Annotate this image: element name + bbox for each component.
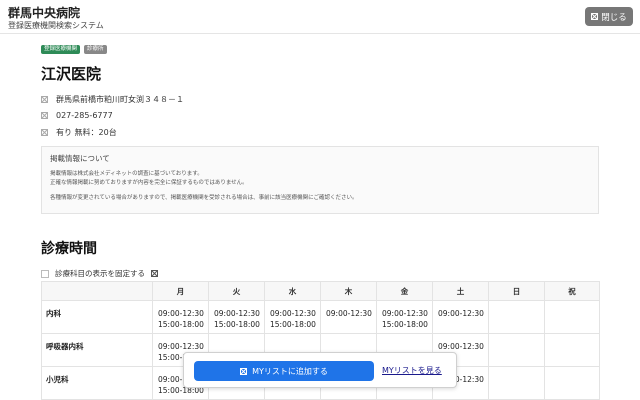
hours-cell <box>488 366 545 400</box>
mylist-action-bar: MYリストに追加する MYリストを見る <box>183 352 457 388</box>
hours-line: 09:00-12:30 <box>270 309 316 318</box>
department-name: 小児科 <box>41 366 153 400</box>
address-text: 群馬県前橋市粕川町女渕３４８－１ <box>56 95 184 104</box>
fix-checkbox[interactable] <box>41 269 49 278</box>
view-mylist-link[interactable]: MYリストを見る <box>382 365 442 376</box>
address-row: 群馬県前橋市粕川町女渕３４８－１ <box>41 94 184 105</box>
hours-cell: 09:00-12:30 <box>320 300 377 334</box>
close-button[interactable]: 閉じる <box>585 7 633 26</box>
help-icon[interactable] <box>151 270 158 277</box>
day-header: 日 <box>488 281 545 301</box>
clinic-name: 江沢医院 <box>41 65 102 83</box>
add-to-mylist-button[interactable]: MYリストに追加する <box>194 361 374 381</box>
day-header: 火 <box>208 281 265 301</box>
table-row: 内科 09:00-12:30 15:00-18:00 09:00-12:30 15:… <box>41 300 600 334</box>
phone-icon <box>41 112 48 119</box>
notice-line: 各種情報が変更されている場合がありますので、掲載医療機関を受診される場合は、事前… <box>50 195 358 201</box>
app-header: 群馬中央病院 登録医療機関検索システム 閉じる <box>0 0 640 34</box>
app-subtitle: 登録医療機関検索システム <box>8 21 104 30</box>
add-icon <box>240 367 248 375</box>
location-icon <box>41 96 48 103</box>
hours-line: 09:00-12:30 <box>214 309 260 318</box>
table-header-row: 月 火 水 木 金 土 日 祝 <box>41 281 600 301</box>
hours-line: 09:00-12:30 <box>158 309 204 318</box>
close-icon <box>591 13 599 20</box>
hours-line: 09:00-12:30 <box>158 342 204 351</box>
day-header: 土 <box>432 281 489 301</box>
app-title: 群馬中央病院 <box>8 6 81 20</box>
registered-badge: 登録医療機関 <box>41 45 81 54</box>
day-header: 祝 <box>544 281 600 301</box>
hours-cell: 09:00-12:30 <box>432 300 489 334</box>
parking-row: 有り 無料：20台 <box>41 127 117 138</box>
day-header: 水 <box>264 281 321 301</box>
phone-row: 027-285-6777 <box>41 111 113 120</box>
day-header: 月 <box>152 281 209 301</box>
hours-cell: 09:00-12:30 15:00-18:00 <box>376 300 433 334</box>
header-cell <box>41 281 153 301</box>
close-label: 閉じる <box>601 12 627 23</box>
day-header: 金 <box>376 281 433 301</box>
hours-cell: 09:00-12:30 15:00-18:00 <box>264 300 321 334</box>
hours-line: 15:00-18:00 <box>270 320 316 329</box>
category-badges: 登録医療機関 診療所 <box>41 45 107 54</box>
notice-box: 掲載情報について 掲載情報は株式会社メディネットの調査に基づいております。 正確… <box>41 146 599 214</box>
hours-cell: 09:00-12:30 15:00-18:00 <box>152 300 209 334</box>
hours-line: 15:00-18:00 <box>158 320 204 329</box>
hours-cell <box>488 300 545 334</box>
hours-cell <box>544 333 600 367</box>
department-name: 呼吸器内科 <box>41 333 153 367</box>
notice-line: 正確な情報掲載に努めておりますが内容を完全に保証するものではありません。 <box>50 180 248 186</box>
parking-text: 有り 無料：20台 <box>56 128 117 137</box>
schedule-title: 診療時間 <box>41 241 97 257</box>
fix-label: 診療科目の表示を固定する <box>55 269 145 278</box>
phone-text[interactable]: 027-285-6777 <box>56 111 113 120</box>
hours-cell <box>544 366 600 400</box>
hours-cell: 09:00-12:30 15:00-18:00 <box>208 300 265 334</box>
hours-cell <box>544 300 600 334</box>
parking-icon <box>41 129 48 136</box>
add-label: MYリストに追加する <box>252 366 328 376</box>
hours-line: 15:00-18:00 <box>214 320 260 329</box>
hours-line: 09:00-12:30 <box>382 309 428 318</box>
notice-title: 掲載情報について <box>50 154 110 163</box>
hours-line: 15:00-18:00 <box>382 320 428 329</box>
hours-cell <box>488 333 545 367</box>
clinic-type-badge: 診療所 <box>84 45 107 54</box>
department-name: 内科 <box>41 300 153 334</box>
day-header: 木 <box>320 281 377 301</box>
fix-department-toggle[interactable]: 診療科目の表示を固定する <box>41 268 158 279</box>
notice-line: 掲載情報は株式会社メディネットの調査に基づいております。 <box>50 171 203 177</box>
